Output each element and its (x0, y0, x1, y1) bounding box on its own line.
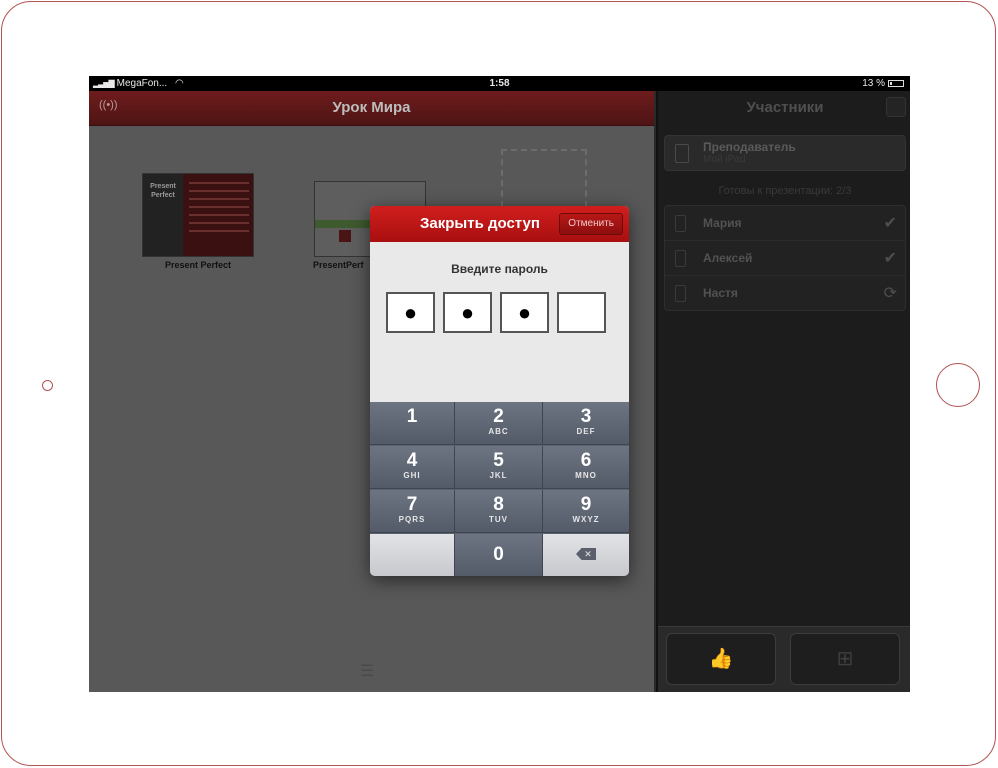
teacher-device: Мой iPad (703, 154, 746, 165)
key-letters: MNO (575, 471, 597, 480)
key-9[interactable]: 9 WXYZ (543, 490, 629, 533)
network-icon: ⊞ (836, 648, 854, 670)
key-letters: PQRS (398, 515, 426, 524)
dialog-header: Закрыть доступ Отменить (370, 206, 629, 242)
participants-pane: Участники Преподаватель Мой iPad Готовы … (656, 91, 910, 692)
key-digit: 2 (493, 406, 504, 427)
key-digit: 8 (493, 494, 504, 515)
pin-digit-1[interactable]: ● (386, 292, 435, 333)
thumbnail-title: Present Perfect (143, 174, 183, 256)
numeric-keypad: 1 2 ABC 3 DEF 4 GHI 5 JKL 6 MNO 7 PQRS 8 TUV 9W… (370, 402, 629, 576)
key-5[interactable]: 5 JKL (455, 446, 543, 489)
dialog-title: Закрыть доступ (420, 215, 540, 232)
key-digit: 1 (406, 406, 418, 427)
menu-icon[interactable]: ☰ (360, 661, 380, 681)
device-icon (675, 250, 686, 267)
participants-header: Участники (658, 91, 910, 126)
key-digit: 6 (580, 450, 592, 471)
thumbnail-logo (339, 230, 351, 242)
password-dialog: Закрыть доступ Отменить Введите пароль ●… (370, 206, 629, 576)
checkmark-icon: ✔ (883, 250, 897, 267)
battery-icon (888, 80, 904, 87)
teacher-row[interactable]: Преподаватель Мой iPad (664, 135, 906, 171)
key-7[interactable]: 7 PQRS (370, 490, 455, 533)
key-digit: 5 (493, 450, 504, 471)
device-icon (675, 285, 686, 302)
device-icon (675, 215, 686, 232)
delete-button[interactable]: ✕ (543, 534, 629, 576)
thumbs-up-icon: 👍 (708, 648, 734, 670)
document-thumbnail: Present Perfect (142, 173, 254, 257)
documents-header: ((•)) Урок Мира (89, 91, 654, 126)
network-button[interactable]: ⊞ (790, 633, 900, 685)
camera-icon (42, 380, 53, 391)
key-1[interactable]: 1 (370, 402, 455, 445)
key-digit: 9 (580, 494, 592, 515)
key-digit: 3 (580, 406, 592, 427)
ipad-icon (675, 144, 689, 163)
list-item[interactable]: Мария ✔ (665, 206, 905, 241)
key-3[interactable]: 3 DEF (543, 402, 629, 445)
students-list: Мария ✔ Алексей ✔ Настя ⟳ (664, 205, 906, 311)
battery-status: 13 % (862, 76, 904, 91)
ready-count: Готовы к презентации: 2/3 (718, 185, 852, 197)
list-item[interactable]: Алексей ✔ (665, 241, 905, 276)
pin-digit-3[interactable]: ● (500, 292, 549, 333)
participants-title: Участники (746, 99, 824, 116)
password-prompt: Введите пароль (451, 262, 548, 276)
student-name: Алексей (703, 251, 753, 265)
key-letters: GHI (403, 471, 421, 480)
lock-icon[interactable] (886, 97, 906, 117)
key-2[interactable]: 2 ABC (455, 402, 543, 445)
home-button[interactable] (936, 363, 980, 407)
key-letters: TUV (489, 515, 508, 524)
document-item[interactable]: Present Perfect Present Perfect (141, 173, 255, 270)
teacher-name: Преподаватель (703, 140, 796, 154)
list-item[interactable]: Настя ⟳ (665, 276, 905, 311)
clock: 1:58 (489, 78, 510, 89)
key-letters: WXYZ (572, 515, 600, 524)
cancel-button[interactable]: Отменить (559, 213, 623, 235)
pin-digit-2[interactable]: ● (443, 292, 492, 333)
key-digit: 4 (406, 450, 418, 471)
backspace-icon: ✕ (576, 548, 596, 560)
key-4[interactable]: 4 GHI (370, 446, 455, 489)
student-name: Настя (703, 286, 738, 300)
status-bar: ▂▃▅▇ MegaFon... ◠ 1:58 13 % (89, 76, 910, 91)
thumbnail-lines (189, 182, 249, 238)
sync-icon: ⟳ (883, 285, 897, 302)
checkmark-icon: ✔ (883, 215, 897, 232)
screen: ▂▃▅▇ MegaFon... ◠ 1:58 13 % ((•)) Урок Ми… (89, 76, 910, 692)
battery-percent: 13 % (862, 78, 885, 89)
student-name: Мария (703, 216, 742, 230)
key-6[interactable]: 6 MNO (543, 446, 629, 489)
lesson-title: Урок Мира (332, 99, 411, 116)
pin-digit-4[interactable] (557, 292, 606, 333)
key-digit: 0 (493, 544, 504, 565)
key-digit: 7 (406, 494, 418, 515)
participants-toolbar: 👍 ⊞ (658, 626, 910, 692)
key-blank (370, 534, 455, 576)
document-name: Present Perfect (164, 260, 232, 270)
key-8[interactable]: 8 TUV (455, 490, 543, 533)
key-letters: DEF (576, 427, 596, 436)
thumbs-up-button[interactable]: 👍 (666, 633, 776, 685)
key-letters: JKL (489, 471, 508, 480)
key-letters: ABC (488, 427, 509, 436)
key-0[interactable]: 0 (455, 534, 543, 576)
